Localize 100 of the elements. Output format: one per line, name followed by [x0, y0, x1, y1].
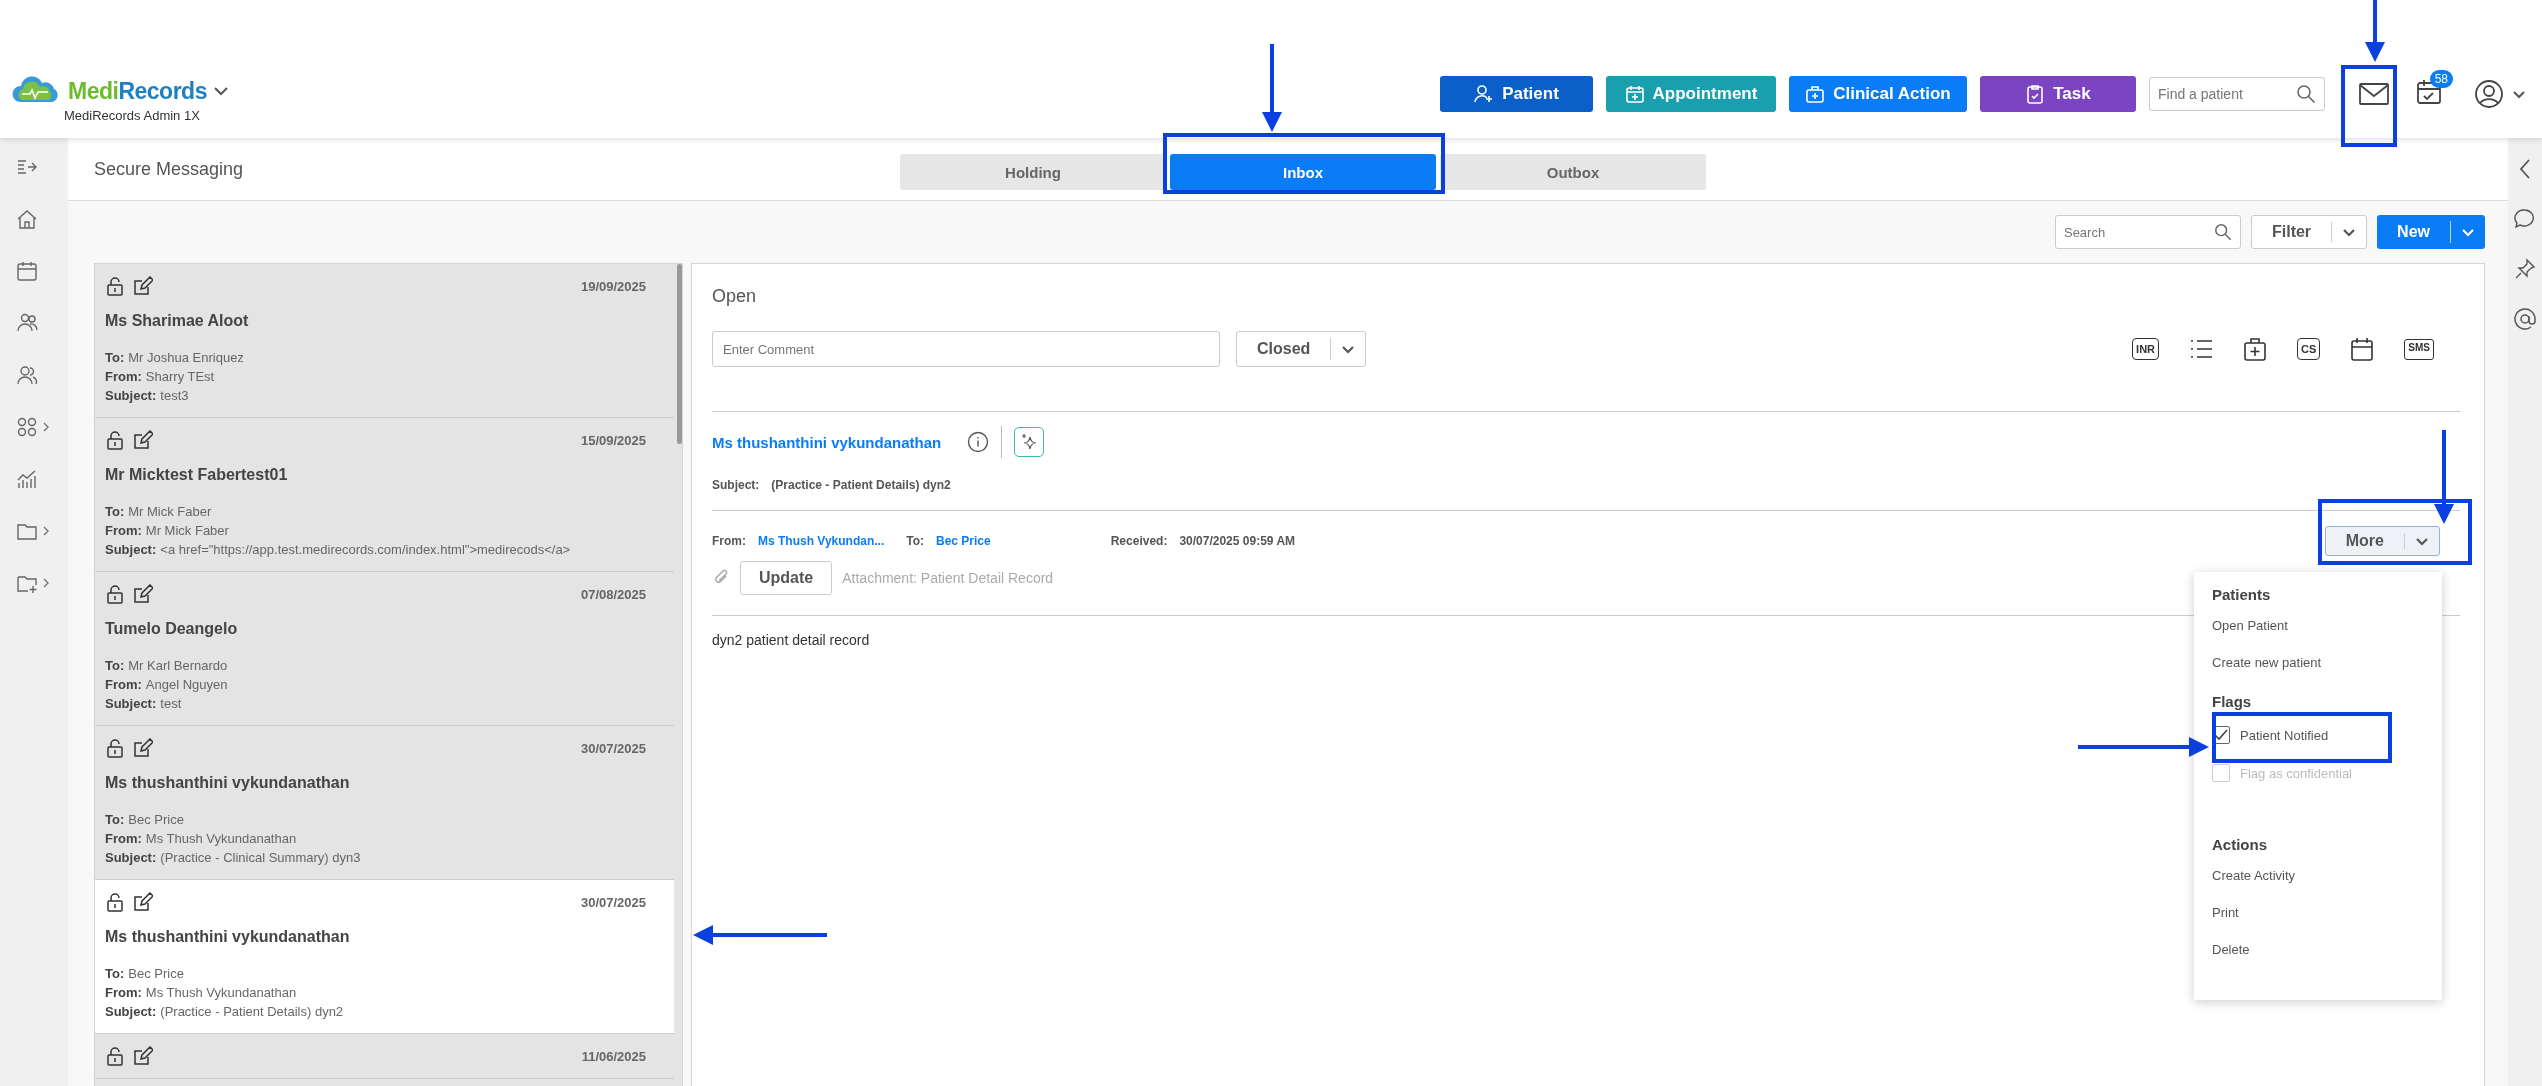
cs-icon[interactable]: CS [2297, 338, 2321, 360]
comment-field[interactable]: Enter Comment [712, 331, 1220, 367]
edit-icon[interactable] [133, 1046, 153, 1066]
lock-icon[interactable] [105, 738, 125, 758]
edit-icon[interactable] [133, 276, 153, 296]
field-label: From: [105, 831, 142, 846]
field-value: test [160, 696, 182, 711]
message-item[interactable]: 30/07/2025 Ms thushanthini vykundanathan To: Bec Price From: Ms Thush Vykundanathan Subject: (Practice - Patient Details) dyn2 [95, 880, 674, 1034]
sms-icon[interactable]: SMS [2404, 338, 2434, 360]
chevron-left-icon[interactable] [2518, 158, 2532, 180]
edit-icon[interactable] [133, 584, 153, 604]
menu-item[interactable]: Open Patient [2212, 609, 2442, 646]
ai-sparkle-button[interactable] [1014, 427, 1045, 457]
menu-item[interactable]: Create Activity [2212, 859, 2442, 896]
users-icon[interactable] [16, 364, 38, 386]
message-date: 07/08/2025 [580, 586, 646, 602]
inr-icon[interactable]: INR [2132, 338, 2160, 360]
sender-name: Ms thushanthini vykundanathan [105, 774, 351, 792]
edit-icon[interactable] [133, 892, 153, 912]
patient-search-box[interactable]: Find a patient [2149, 77, 2325, 111]
chevron-right-icon[interactable] [42, 421, 50, 433]
to-label: To: [906, 534, 924, 548]
chevron-right-icon[interactable] [42, 525, 50, 537]
menu-section-title: Patients [2212, 586, 2272, 603]
menu-item[interactable]: Print [2212, 896, 2442, 933]
sender-name: Mr Micktest Fabertest01 [105, 466, 289, 484]
status-dropdown[interactable]: Closed [1236, 331, 1367, 367]
search-field[interactable]: Search [2063, 216, 2214, 248]
lock-icon[interactable] [105, 584, 125, 604]
action-button[interactable]: Patient [1440, 76, 1593, 112]
lock-icon[interactable] [105, 430, 125, 450]
lock-icon[interactable] [105, 1046, 125, 1066]
subject-label: Subject: [712, 478, 760, 492]
field-value: Mr Karl Bernardo [128, 658, 228, 673]
search-icon[interactable] [2213, 223, 2232, 241]
patients-icon[interactable] [16, 312, 38, 334]
scrollbar[interactable] [677, 264, 682, 444]
brand-name: MediRecords [68, 77, 207, 105]
edit-icon[interactable] [133, 738, 153, 758]
filter-button[interactable]: Filter [2250, 215, 2368, 249]
field-value: Angel Nguyen [145, 677, 228, 692]
sender-name: Tumelo Deangelo [105, 620, 239, 638]
action-button[interactable]: Clinical Action [1789, 76, 1967, 112]
chat-icon[interactable] [2514, 208, 2536, 230]
mail-icon[interactable] [2358, 81, 2390, 107]
clipboard-check-icon [2025, 84, 2046, 104]
calendar-plus-icon [1624, 84, 1645, 104]
tab[interactable]: Outbox [1440, 154, 1706, 190]
status-title: Open [712, 286, 758, 307]
chevron-down-icon[interactable] [212, 86, 229, 96]
tab[interactable]: Inbox [1170, 154, 1436, 190]
edit-icon[interactable] [133, 430, 153, 450]
tab[interactable]: Holding [900, 154, 1166, 190]
field-value: Sharry TEst [145, 369, 215, 384]
home-icon[interactable] [16, 208, 38, 230]
field-value: Bec Price [128, 812, 184, 827]
menu-section-title: Flags [2212, 693, 2253, 710]
page-title: Secure Messaging [94, 158, 244, 180]
chevron-down-icon[interactable] [1341, 344, 1356, 354]
message-body: dyn2 patient detail record [712, 632, 871, 648]
action-button[interactable]: Task [1980, 76, 2136, 112]
field-label: Subject: [105, 696, 157, 711]
field-value: Ms Thush Vykundanathan [145, 985, 297, 1000]
lock-icon[interactable] [105, 892, 125, 912]
chevron-down-icon[interactable] [2415, 536, 2429, 546]
info-icon[interactable] [967, 431, 990, 453]
search-icon[interactable] [2296, 84, 2316, 104]
message-date: 30/07/2025 [580, 894, 646, 910]
sender-name: Ms thushanthini vykundanathan [105, 928, 351, 946]
list-icon[interactable] [2189, 338, 2214, 360]
message-date: 30/07/2025 [580, 740, 646, 756]
sender-link[interactable]: Ms Thush Vykundan... [758, 534, 885, 548]
pin-icon[interactable] [2514, 258, 2536, 280]
chart-icon[interactable] [16, 468, 38, 490]
new-button[interactable]: New [2377, 215, 2485, 249]
calendar-icon[interactable] [2350, 336, 2375, 362]
search-box[interactable]: Search [2054, 215, 2241, 249]
checkbox-label: Flag as confidential [2240, 765, 2352, 781]
chevron-down-icon[interactable] [2342, 227, 2357, 237]
apps-icon[interactable] [16, 416, 38, 438]
lock-icon[interactable] [105, 276, 125, 296]
account-name: MediRecords Admin 1X [64, 108, 201, 123]
field-value: <a href="https://app.test.medirecords.com/index.html">medirecods</a> [160, 542, 571, 557]
medical-kit-icon[interactable] [2243, 336, 2268, 362]
message-date: 11/06/2025 [581, 1048, 646, 1064]
at-sign-icon[interactable] [2514, 308, 2536, 330]
patient-name-link[interactable]: Ms thushanthini vykundanathan [712, 433, 942, 451]
menu-item[interactable]: Create new patient [2212, 646, 2442, 683]
chevron-right-icon[interactable] [42, 577, 50, 589]
attachment-text: Attachment: Patient Detail Record [842, 570, 1054, 586]
chevron-down-icon[interactable] [2512, 89, 2526, 99]
update-button[interactable]: Update [740, 561, 833, 595]
recipient-link[interactable]: Bec Price [936, 534, 991, 548]
from-label: From: [712, 534, 746, 548]
field-label: To: [105, 812, 125, 827]
subject-text: (Practice - Patient Details) dyn2 [771, 478, 951, 492]
menu-item[interactable]: Delete [2212, 933, 2442, 970]
user-avatar-icon[interactable] [2474, 79, 2504, 109]
patient-search-field[interactable]: Find a patient [2158, 78, 2296, 110]
more-button[interactable]: More [2324, 526, 2440, 556]
